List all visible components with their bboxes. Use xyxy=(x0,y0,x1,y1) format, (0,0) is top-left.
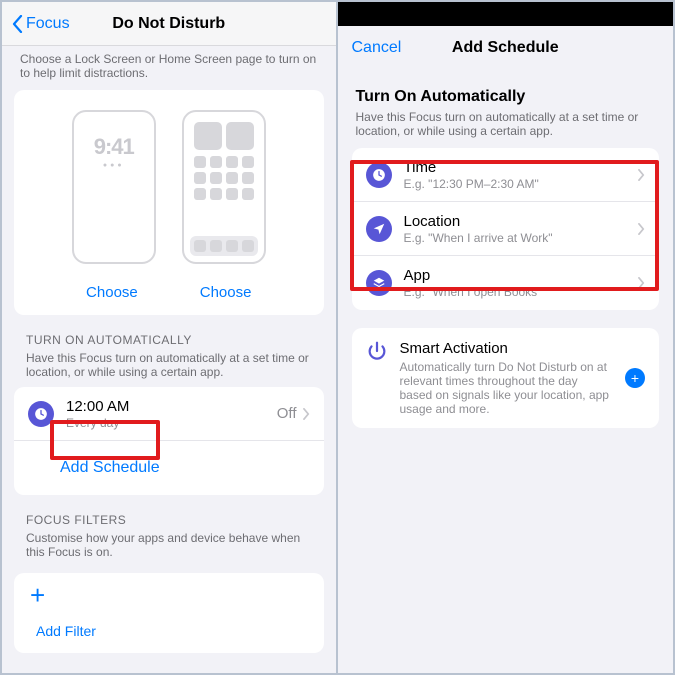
add-smart-activation-button[interactable]: + xyxy=(625,368,645,388)
add-schedule-sheet: Cancel Add Schedule Turn On Automaticall… xyxy=(338,26,674,673)
filters-section-sub: Customise how your apps and device behav… xyxy=(2,529,336,567)
schedule-state: Off xyxy=(277,405,297,422)
lock-time: 9:41 xyxy=(94,134,134,160)
power-icon xyxy=(366,340,388,367)
screens-description: Choose a Lock Screen or Home Screen page… xyxy=(2,46,336,90)
home-screen-preview[interactable] xyxy=(182,110,266,264)
add-filter-button[interactable]: Add Filter xyxy=(30,605,308,649)
trigger-location-title: Location xyxy=(404,213,639,230)
auto-section-sub: Have this Focus turn on automatically at… xyxy=(2,349,336,387)
schedule-row[interactable]: 12:00 AM Every day Off xyxy=(14,387,324,441)
trigger-time-title: Time xyxy=(404,159,639,176)
smart-activation-card[interactable]: Smart Activation Automatically turn Do N… xyxy=(352,328,660,428)
cancel-label: Cancel xyxy=(352,39,402,57)
add-filter-plus-button[interactable]: + xyxy=(30,585,308,605)
screen-preview-card: 9:41 ●●● xyxy=(14,90,324,315)
chevron-right-icon xyxy=(638,169,645,181)
schedule-list: 12:00 AM Every day Off Add Schedule xyxy=(14,387,324,495)
back-label: Focus xyxy=(26,15,70,33)
choose-home-screen-button[interactable]: Choose xyxy=(200,274,252,315)
page-title: Do Not Disturb xyxy=(112,15,225,33)
auto-sub: Have this Focus turn on automatically at… xyxy=(338,108,674,148)
add-schedule-sheet-pane: Cancel Add Schedule Turn On Automaticall… xyxy=(338,2,674,673)
focus-settings-pane: Focus Do Not Disturb Choose a Lock Scree… xyxy=(2,2,338,673)
filters-section-header: FOCUS FILTERS xyxy=(2,495,336,529)
sheet-navbar: Cancel Add Schedule xyxy=(338,26,674,70)
trigger-location-sub: E.g. "When I arrive at Work" xyxy=(404,231,639,245)
chevron-right-icon xyxy=(303,408,310,420)
trigger-app-title: App xyxy=(404,267,639,284)
schedule-time: 12:00 AM xyxy=(66,398,277,415)
auto-section-header: TURN ON AUTOMATICALLY xyxy=(2,315,336,349)
trigger-location-row[interactable]: Location E.g. "When I arrive at Work" xyxy=(352,202,660,256)
back-button[interactable]: Focus xyxy=(12,15,70,33)
add-schedule-label: Add Schedule xyxy=(60,459,160,477)
sheet-title: Add Schedule xyxy=(452,39,559,57)
trigger-time-row[interactable]: Time E.g. "12:30 PM–2:30 AM" xyxy=(352,148,660,202)
sheet-backdrop xyxy=(338,2,674,26)
clock-icon xyxy=(366,162,392,188)
location-icon xyxy=(366,216,392,242)
add-schedule-row[interactable]: Add Schedule xyxy=(14,441,324,495)
schedule-repeat: Every day xyxy=(66,416,277,430)
chevron-right-icon xyxy=(638,223,645,235)
smart-activation-title: Smart Activation xyxy=(400,340,614,357)
trigger-time-sub: E.g. "12:30 PM–2:30 AM" xyxy=(404,177,639,191)
choose-lock-screen-button[interactable]: Choose xyxy=(86,274,138,315)
trigger-app-sub: E.g. "When I open Books" xyxy=(404,285,639,299)
trigger-list: Time E.g. "12:30 PM–2:30 AM" Location E.… xyxy=(352,148,660,310)
navbar: Focus Do Not Disturb xyxy=(2,2,336,46)
chevron-left-icon xyxy=(12,15,24,33)
cancel-button[interactable]: Cancel xyxy=(352,39,402,57)
auto-title: Turn On Automatically xyxy=(338,70,674,108)
lock-dots: ●●● xyxy=(103,162,125,169)
app-stack-icon xyxy=(366,270,392,296)
chevron-right-icon xyxy=(638,277,645,289)
lock-screen-preview[interactable]: 9:41 ●●● xyxy=(72,110,156,264)
smart-activation-sub: Automatically turn Do Not Disturb on at … xyxy=(400,360,614,416)
filters-card: + Add Filter xyxy=(14,573,324,653)
trigger-app-row[interactable]: App E.g. "When I open Books" xyxy=(352,256,660,310)
clock-icon xyxy=(28,401,54,427)
